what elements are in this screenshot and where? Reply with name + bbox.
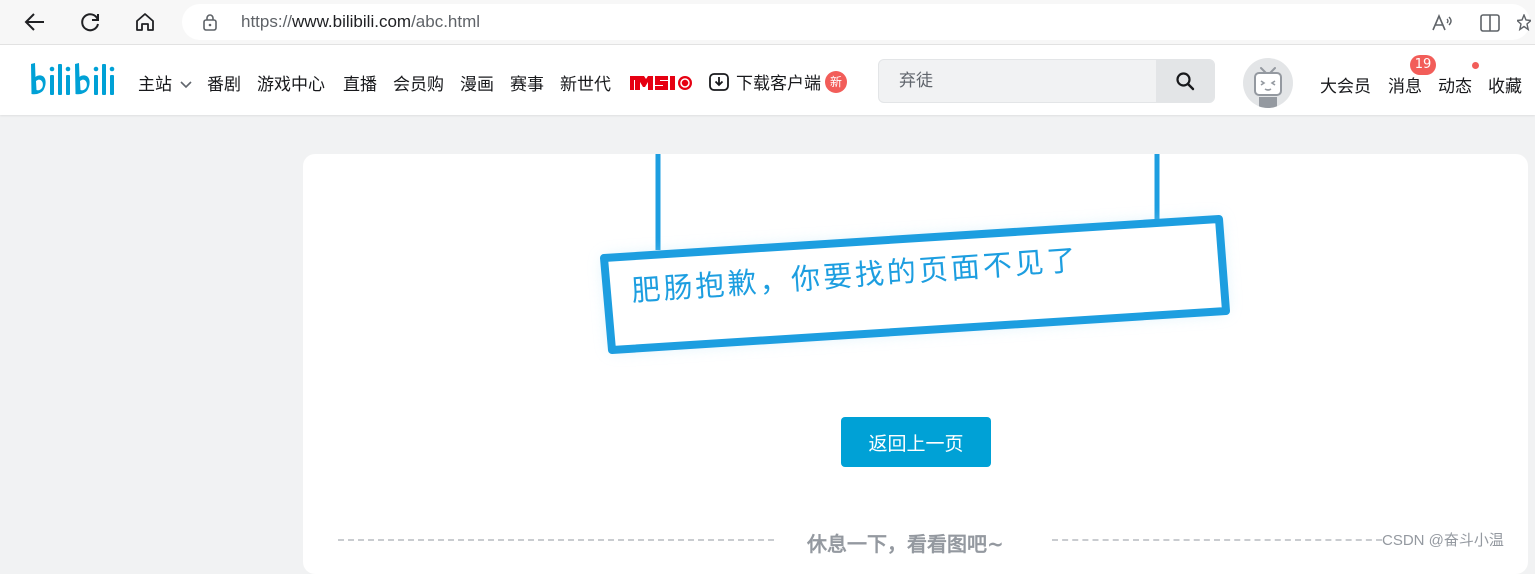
nav-main-station-label: 主站 — [138, 75, 172, 95]
messages-count-badge: 19 — [1410, 55, 1436, 75]
messages-link[interactable]: 消息 — [1388, 72, 1422, 97]
tv-mascot-icon — [1254, 67, 1282, 108]
nav-new-generation[interactable]: 新世代 — [560, 70, 611, 95]
address-bar[interactable]: https://www.bilibili.com/abc.html — [182, 4, 1533, 40]
divider-left — [338, 539, 774, 541]
nav-main-station[interactable]: 主站 — [138, 70, 193, 95]
back-arrow-icon[interactable] — [20, 7, 50, 37]
home-icon[interactable] — [130, 7, 160, 37]
nav-esports[interactable]: 赛事 — [510, 70, 544, 95]
back-to-previous-button[interactable]: 返回上一页 — [841, 417, 991, 467]
bilibili-logo[interactable] — [28, 60, 120, 106]
read-aloud-icon[interactable] — [1432, 13, 1454, 36]
avatar[interactable] — [1243, 58, 1293, 108]
favorite-star-icon[interactable] — [1515, 13, 1533, 36]
divider-right — [1052, 539, 1382, 541]
download-client-label: 下载客户端 — [736, 74, 821, 94]
rest-hint-text: 休息一下，看看图吧~ — [807, 532, 1004, 556]
search-input[interactable] — [879, 60, 1177, 102]
search-box — [878, 59, 1215, 103]
search-icon — [1176, 72, 1195, 91]
vip-link[interactable]: 大会员 — [1320, 72, 1371, 97]
favorites-link[interactable]: 收藏 — [1488, 72, 1522, 97]
nav-anime[interactable]: 番剧 — [207, 70, 241, 95]
lock-icon[interactable] — [202, 13, 218, 35]
download-client[interactable]: 下载客户端 新 — [708, 69, 847, 94]
dynamics-dot — [1472, 62, 1479, 69]
new-badge: 新 — [825, 70, 847, 93]
csdn-watermark: CSDN @奋斗小温 — [1382, 532, 1504, 549]
nav-comics[interactable]: 漫画 — [460, 70, 494, 95]
download-icon — [709, 72, 729, 91]
nav-game-center[interactable]: 游戏中心 — [257, 70, 325, 95]
browser-toolbar: https://www.bilibili.com/abc.html — [0, 0, 1535, 45]
url-text[interactable]: https://www.bilibili.com/abc.html — [241, 12, 480, 32]
site-header: 主站 番剧 游戏中心 直播 会员购 漫画 赛事 新世代 下载客户端 新 弃徒 大… — [0, 45, 1535, 115]
chevron-down-icon — [180, 81, 192, 89]
search-button[interactable] — [1156, 60, 1214, 102]
nav-live[interactable]: 直播 — [343, 70, 377, 95]
dynamics-link[interactable]: 动态 — [1438, 72, 1472, 97]
reload-icon[interactable] — [75, 7, 105, 37]
nav-member-shop[interactable]: 会员购 — [393, 70, 444, 95]
split-screen-icon[interactable] — [1480, 14, 1500, 36]
msi-sponsor-logo[interactable] — [630, 73, 694, 97]
